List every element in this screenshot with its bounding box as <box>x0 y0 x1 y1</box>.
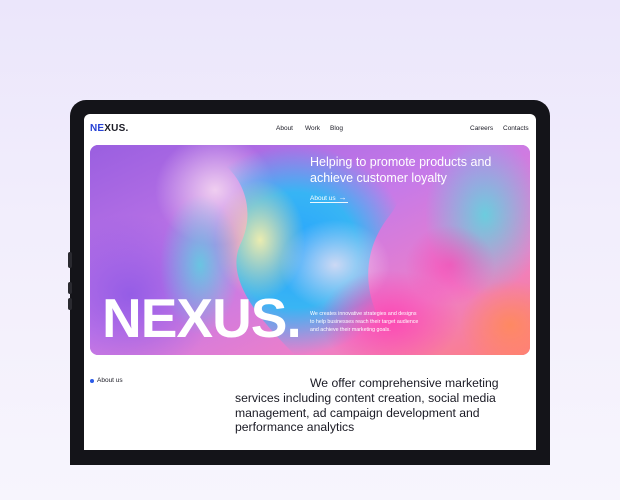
section-marker-label: About us <box>97 377 123 384</box>
nav-link-contacts[interactable]: Contacts <box>503 125 529 132</box>
hero-banner: Helping to promote products and achieve … <box>90 145 530 355</box>
about-us-link[interactable]: About us → <box>310 193 348 203</box>
link-underline <box>310 202 348 203</box>
arrow-right-icon: → <box>338 193 347 202</box>
nav-link-careers[interactable]: Careers <box>470 125 493 132</box>
hero-wordmark: NEXUS. <box>102 287 302 349</box>
page-background: { "brand": { "logo_part1": "NE", "logo_p… <box>0 0 620 500</box>
services-statement: We offer comprehensive marketing service… <box>235 376 499 435</box>
logo-part-blue: NE <box>90 123 105 134</box>
nav-link-work[interactable]: Work <box>305 125 320 132</box>
hero-description: We creates innovative strategies and des… <box>310 311 419 333</box>
volume-up-button <box>68 282 72 294</box>
hero-headline: Helping to promote products and achieve … <box>310 155 492 185</box>
top-navigation: NEXUS. About Work Blog Careers Contacts <box>84 114 536 144</box>
brand-logo[interactable]: NEXUS. <box>90 123 128 134</box>
about-us-link-label: About us <box>310 195 336 202</box>
tablet-screen: NEXUS. About Work Blog Careers Contacts <box>84 114 536 450</box>
bullet-dot-icon <box>90 379 94 383</box>
nav-link-blog[interactable]: Blog <box>330 125 343 132</box>
volume-down-button <box>68 298 72 310</box>
side-button <box>68 252 72 268</box>
logo-part-dark: XUS. <box>104 123 129 134</box>
nav-link-about[interactable]: About <box>276 125 293 132</box>
